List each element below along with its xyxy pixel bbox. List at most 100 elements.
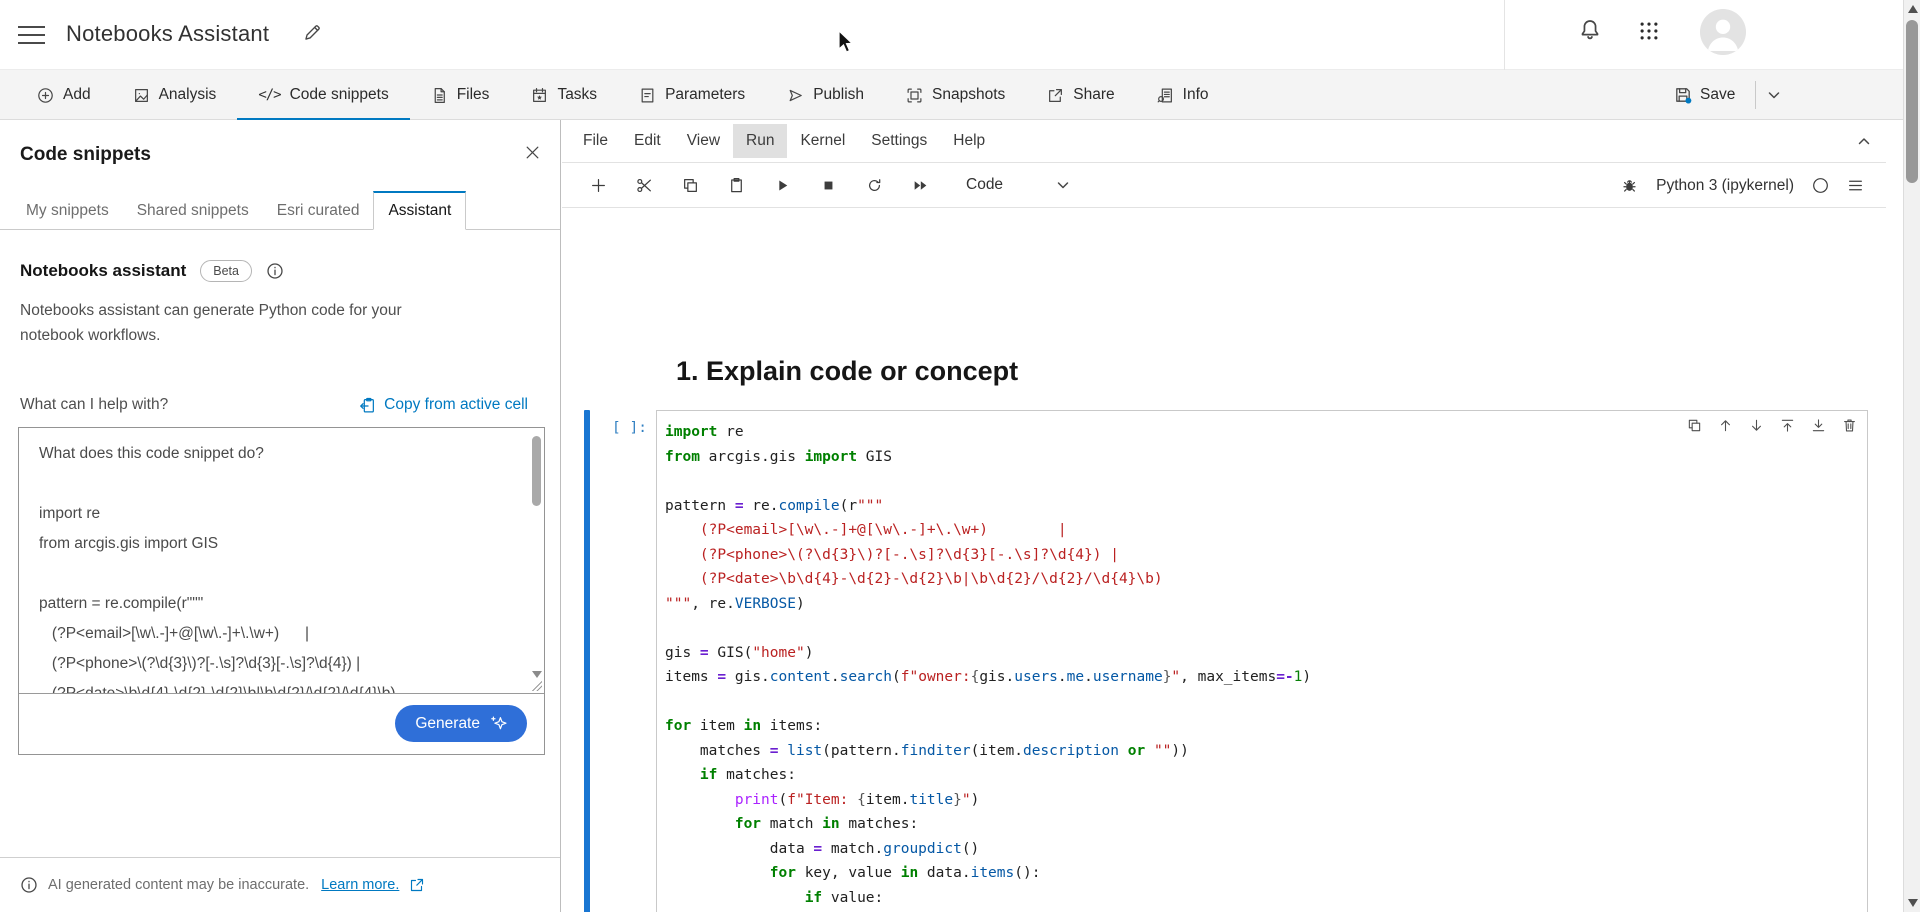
save-options-chevron-icon[interactable] — [1766, 87, 1782, 103]
ribbon-item-add[interactable]: Add — [16, 70, 112, 120]
run-all-cells-button[interactable] — [912, 177, 929, 194]
app-launcher-grid-icon[interactable] — [1638, 20, 1660, 42]
panel-tabs: My snippets Shared snippets Esri curated As… — [0, 190, 560, 230]
menu-help[interactable]: Help — [940, 124, 998, 158]
assistant-header: Notebooks assistant Beta — [20, 260, 284, 282]
active-cell-indicator-bar[interactable] — [584, 410, 590, 912]
menu-edit[interactable]: Edit — [621, 124, 674, 158]
code-line: pattern = re.compile(r""" — [665, 497, 884, 514]
collapse-toolbar-chevron-icon[interactable] — [1856, 133, 1872, 149]
notebook-ribbon-toolbar: Add Analysis </> Code snippets Files Tasks Par… — [0, 70, 1903, 121]
menu-run[interactable]: Run — [733, 124, 788, 158]
restart-kernel-button[interactable] — [866, 177, 883, 194]
save-icon — [1674, 86, 1692, 104]
edit-title-pencil-icon[interactable] — [303, 23, 322, 42]
ribbon-item-snapshots[interactable]: Snapshots — [885, 70, 1026, 120]
insert-cell-below-icon[interactable] — [1811, 418, 1826, 433]
code-line: matches = list(pattern.finditer(item.des… — [665, 742, 1189, 759]
code-line: import re — [665, 424, 744, 440]
move-cell-up-icon[interactable] — [1718, 418, 1733, 433]
menu-view[interactable]: View — [674, 124, 733, 158]
textarea-scroll-down-arrow[interactable] — [532, 671, 542, 678]
debugger-bug-icon[interactable] — [1621, 177, 1638, 194]
page-title: Notebooks Assistant — [66, 21, 270, 46]
ribbon-item-info[interactable]: Info — [1136, 70, 1230, 120]
snapshots-icon — [906, 87, 923, 104]
ribbon-item-code-snippets[interactable]: </> Code snippets — [237, 70, 411, 121]
prompt-row: What can I help with? Copy from active c… — [20, 396, 528, 414]
copy-cell-button[interactable] — [682, 177, 699, 194]
share-icon — [1047, 87, 1064, 104]
textarea-scrollbar-thumb[interactable] — [532, 436, 541, 506]
parameters-icon — [639, 87, 656, 104]
cut-cell-button[interactable] — [636, 177, 653, 194]
tasks-icon — [531, 87, 548, 104]
close-panel-icon[interactable] — [524, 144, 541, 161]
ribbon-item-label: Parameters — [665, 86, 746, 103]
insert-cell-above-icon[interactable] — [1780, 418, 1795, 433]
interrupt-kernel-button[interactable] — [820, 177, 837, 194]
page-scrollbar[interactable] — [1903, 0, 1920, 912]
page-scroll-down-arrow[interactable] — [1908, 899, 1918, 907]
paste-cell-button[interactable] — [728, 177, 745, 194]
code-snippets-panel: Code snippets My snippets Shared snippets… — [0, 120, 561, 912]
notebook-menu-icon[interactable] — [1847, 177, 1864, 194]
app-window: Notebooks Assistant Add Analysis </> Code s… — [0, 0, 1920, 912]
ribbon-item-label: Share — [1073, 86, 1115, 103]
publish-icon — [787, 87, 804, 104]
delete-cell-icon[interactable] — [1842, 418, 1857, 433]
assistant-prompt-input[interactable]: What does this code snippet do? import r… — [19, 428, 544, 694]
ribbon-item-label: Publish — [813, 86, 865, 103]
save-group: Save — [1664, 70, 1782, 120]
ribbon-item-files[interactable]: Files — [410, 70, 511, 120]
textarea-scrollbar[interactable] — [530, 430, 543, 678]
ribbon-item-share[interactable]: Share — [1026, 70, 1135, 120]
ribbon-item-label: Info — [1182, 86, 1209, 103]
textarea-resize-handle[interactable] — [532, 681, 542, 691]
move-cell-down-icon[interactable] — [1749, 418, 1764, 433]
learn-more-link[interactable]: Learn more. — [321, 877, 399, 893]
assistant-info-icon[interactable] — [266, 262, 284, 280]
kernel-name[interactable]: Python 3 (ipykernel) — [1656, 177, 1794, 195]
duplicate-cell-icon[interactable] — [1687, 418, 1702, 433]
ribbon-item-label: Analysis — [158, 86, 217, 103]
cell-type-dropdown[interactable]: Code — [966, 176, 1071, 194]
panel-tab-shared-snippets[interactable]: Shared snippets — [123, 191, 263, 230]
save-button[interactable]: Save — [1664, 86, 1745, 104]
panel-header: Code snippets — [0, 120, 560, 190]
menu-kernel[interactable]: Kernel — [787, 124, 858, 158]
kernel-status-icon[interactable] — [1812, 177, 1829, 194]
code-cell-editor[interactable]: import re from arcgis.gis import GIS patt… — [656, 410, 1868, 912]
page-scrollbar-thumb[interactable] — [1906, 20, 1918, 183]
ribbon-item-label: Snapshots — [932, 86, 1006, 103]
assistant-prompt-text: What does this code snippet do? import r… — [39, 445, 396, 694]
code-line: (?P<email>[\w\.-]+@[\w\.-]+\.\w+) | — [665, 522, 1067, 538]
ribbon-item-parameters[interactable]: Parameters — [618, 70, 766, 120]
assistant-input-box: What does this code snippet do? import r… — [18, 427, 545, 755]
hamburger-menu-icon[interactable] — [18, 24, 45, 46]
page-scroll-up-arrow[interactable] — [1908, 5, 1918, 13]
menu-settings[interactable]: Settings — [858, 124, 940, 158]
notifications-bell-icon[interactable] — [1578, 18, 1602, 42]
panel-tab-assistant[interactable]: Assistant — [373, 191, 467, 230]
ribbon-item-analysis[interactable]: Analysis — [112, 70, 238, 120]
user-avatar[interactable] — [1700, 9, 1746, 55]
insert-cell-button[interactable] — [590, 177, 607, 194]
ribbon-item-label: Code snippets — [289, 86, 389, 103]
panel-tab-my-snippets[interactable]: My snippets — [12, 191, 123, 230]
generate-button[interactable]: Generate — [395, 705, 527, 742]
copy-from-active-cell-link[interactable]: Copy from active cell — [359, 396, 528, 414]
ribbon-item-publish[interactable]: Publish — [766, 70, 885, 120]
disclaimer-info-icon — [20, 876, 38, 894]
menu-file[interactable]: File — [570, 124, 621, 158]
kernel-controls: Python 3 (ipykernel) — [1621, 163, 1864, 208]
cell-input-prompt: [ ]: — [612, 420, 647, 436]
ribbon-item-tasks[interactable]: Tasks — [510, 70, 618, 120]
panel-title: Code snippets — [20, 144, 151, 165]
run-cell-button[interactable] — [774, 177, 791, 194]
code-line: gis = GIS("home") — [665, 644, 814, 661]
code-line: for item in items: — [665, 718, 823, 734]
panel-tab-esri-curated[interactable]: Esri curated — [263, 191, 374, 230]
